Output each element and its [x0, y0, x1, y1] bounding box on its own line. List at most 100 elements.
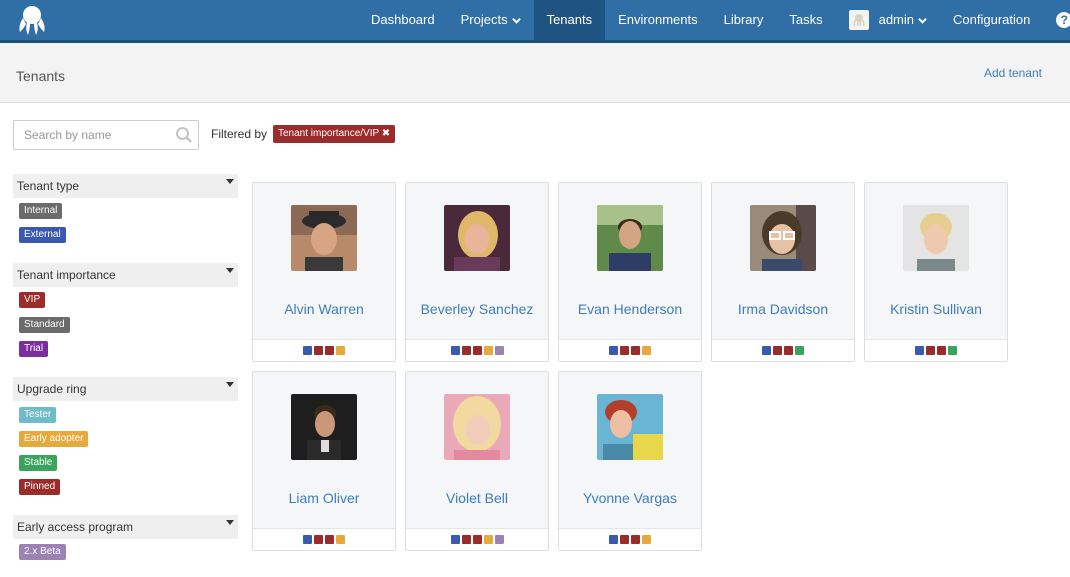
tenant-avatar [597, 205, 663, 271]
tag-dot [483, 535, 493, 544]
tenant-name: Yvonne Vargas [583, 490, 677, 506]
filter-group-upgrade-ring[interactable]: Upgrade ring [13, 377, 238, 401]
tag-early-adopter[interactable]: Early adopter [19, 431, 89, 447]
tag-dot [461, 535, 471, 544]
tag-dot [609, 346, 618, 355]
tag-dot [483, 346, 493, 355]
tag-dot [336, 346, 345, 355]
tag-pinned[interactable]: Pinned [19, 479, 61, 495]
tag-dot [314, 346, 323, 355]
nav-tasks[interactable]: Tasks [776, 0, 835, 40]
search-box [13, 120, 199, 150]
tag-dot [620, 535, 629, 544]
filter-group-early-access[interactable]: Early access program [13, 515, 238, 539]
tenant-tags [865, 339, 1007, 361]
nav-projects[interactable]: Projects [448, 0, 534, 40]
octopus-logo-icon[interactable] [15, 4, 49, 36]
tenant-tags [406, 339, 548, 361]
tenant-tags [559, 339, 701, 361]
tag-dot [642, 346, 651, 355]
tenant-card[interactable]: Kristin Sullivan [864, 182, 1008, 362]
help-button[interactable]: ? [1043, 0, 1070, 40]
tag-trial[interactable]: Trial [19, 341, 49, 357]
filter-group-title: Early access program [17, 520, 134, 534]
caret-down-icon [226, 382, 234, 387]
filter-group-tenant-importance[interactable]: Tenant importance [13, 263, 238, 287]
tenant-avatar [291, 394, 357, 460]
tag-vip[interactable]: VIP [19, 292, 46, 308]
tag-dot [314, 535, 323, 544]
tag-dot [784, 346, 793, 355]
tenant-avatar [597, 394, 663, 460]
nav-environments-label: Environments [618, 12, 698, 27]
tag-dot [620, 346, 629, 355]
tag-dot [325, 535, 334, 544]
tenant-name: Liam Oliver [288, 490, 360, 506]
tenant-avatar [903, 205, 969, 271]
tenant-card[interactable]: Alvin Warren [252, 182, 396, 362]
nav-configuration[interactable]: Configuration [940, 0, 1043, 40]
caret-down-icon [226, 268, 234, 273]
tenant-avatar [291, 205, 357, 271]
tenant-card[interactable]: Beverley Sanchez [405, 182, 549, 362]
tag-dot [937, 346, 946, 355]
tag-internal[interactable]: Internal [19, 203, 63, 219]
tag-dot [631, 535, 640, 544]
tag-dot [926, 346, 935, 355]
tenant-card[interactable]: Irma Davidson [711, 182, 855, 362]
caret-down-icon [226, 179, 234, 184]
tag-dot [642, 535, 651, 544]
tag-dot [303, 535, 312, 544]
tag-dot [773, 346, 782, 355]
tag-dot [494, 346, 504, 355]
nav-library[interactable]: Library [711, 0, 777, 40]
tenant-name: Kristin Sullivan [890, 301, 982, 317]
filter-group-title: Tenant type [17, 179, 80, 193]
tenant-avatar [444, 394, 510, 460]
tag-standard[interactable]: Standard [19, 317, 70, 333]
tenant-card[interactable]: Violet Bell [405, 371, 549, 551]
octopus-avatar-icon [852, 14, 865, 27]
tag-dot [303, 346, 312, 355]
tag-dot [336, 535, 345, 544]
tag-tester[interactable]: Tester [19, 407, 57, 423]
tenant-tags [712, 339, 854, 361]
tenant-card[interactable]: Liam Oliver [252, 371, 396, 551]
filter-group-tenant-type[interactable]: Tenant type [13, 174, 238, 198]
tag-dot [915, 346, 924, 355]
nav-environments[interactable]: Environments [605, 0, 710, 40]
nav-configuration-label: Configuration [953, 12, 1031, 27]
tenant-tags [406, 528, 548, 550]
tag-external[interactable]: External [19, 227, 66, 243]
main-nav: Dashboard Projects Tenants Environments … [358, 0, 1070, 40]
nav-tenants[interactable]: Tenants [533, 0, 606, 40]
tenant-card[interactable]: Evan Henderson [558, 182, 702, 362]
tenant-tags [253, 339, 395, 361]
filter-group-title: Tenant importance [17, 268, 116, 282]
filter-label: Filtered by [211, 127, 268, 141]
tenant-card[interactable]: Yvonne Vargas [558, 371, 702, 551]
add-tenant-button[interactable]: Add tenant [984, 66, 1042, 80]
chevron-down-icon [918, 17, 927, 24]
page-title: Tenants [16, 68, 66, 84]
active-filter-chip[interactable]: Tenant importance/VIP ✖ [273, 125, 396, 143]
caret-down-icon [226, 520, 234, 525]
search-icon[interactable] [175, 126, 193, 144]
tag-dot [450, 346, 460, 355]
nav-user-menu[interactable]: admin [836, 0, 940, 40]
tag-2x-beta[interactable]: 2.x Beta [19, 544, 66, 560]
nav-dashboard[interactable]: Dashboard [358, 0, 448, 40]
tag-dot [631, 346, 640, 355]
tenant-avatar [444, 205, 510, 271]
tag-dot [609, 535, 618, 544]
tag-dot [948, 346, 957, 355]
chevron-down-icon [511, 17, 521, 24]
tag-dot [461, 346, 471, 355]
tenant-name: Irma Davidson [737, 301, 829, 317]
help-icon: ? [1056, 12, 1070, 28]
tag-dot [450, 535, 460, 544]
nav-tasks-label: Tasks [789, 12, 823, 27]
tag-stable[interactable]: Stable [19, 455, 58, 471]
nav-dashboard-label: Dashboard [371, 12, 435, 27]
search-input[interactable] [14, 121, 164, 149]
